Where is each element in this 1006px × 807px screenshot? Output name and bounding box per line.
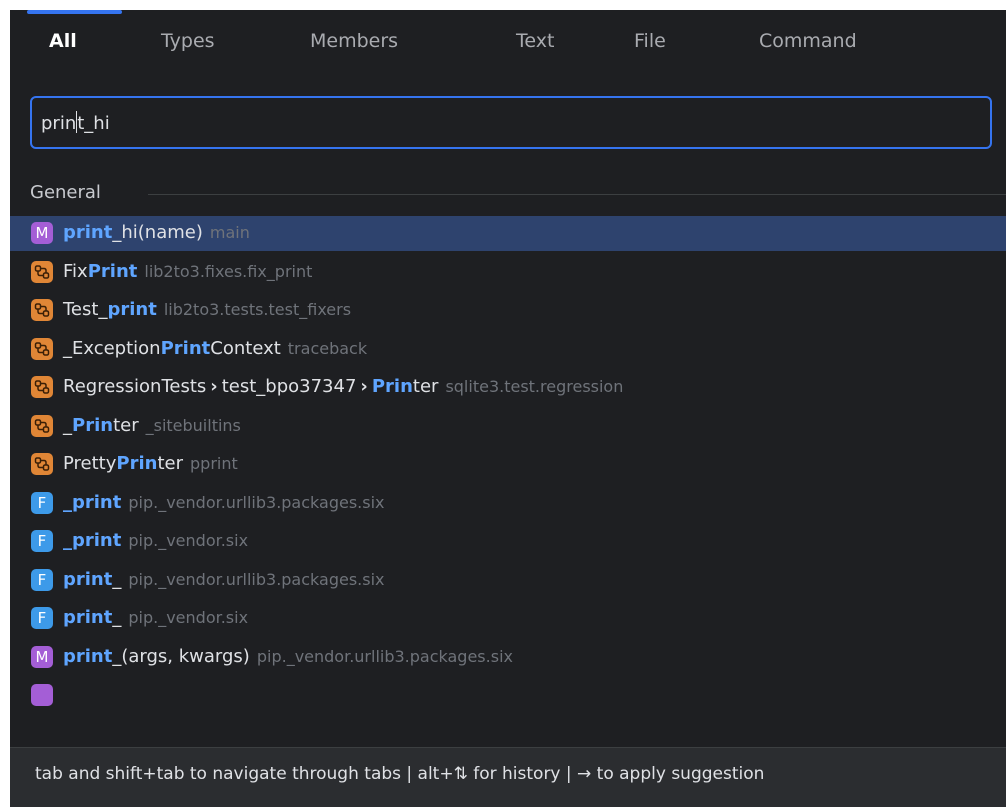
result-location: pip._vendor.six	[128, 608, 249, 627]
result-location: sqlite3.test.regression	[445, 377, 624, 396]
result-location: lib2to3.fixes.fix_print	[144, 261, 313, 281]
name-part: Context	[210, 337, 281, 359]
result-name: PrettyPrinter pprint	[63, 453, 238, 474]
search-query-after-caret: t_hi	[77, 113, 110, 134]
result-row[interactable]: Mprint_hi(name) main	[10, 216, 1006, 251]
result-location: lib2to3.tests.test_fixers	[163, 300, 352, 319]
result-name: RegressionTests › test_bpo37347 › Printer sql…	[63, 376, 623, 397]
name-part: Pretty	[63, 453, 117, 474]
section-label: General	[30, 182, 101, 203]
result-row[interactable]: Fprint_ pip._vendor.six	[10, 601, 1006, 636]
name-part: ter	[412, 376, 439, 397]
result-name: print_ pip._vendor.urllib3.packages.six	[63, 569, 385, 590]
name-part: Test_	[63, 299, 108, 320]
match-highlight: Prin	[72, 414, 114, 436]
result-row[interactable]: Test_print lib2to3.tests.test_fixers	[10, 293, 1006, 328]
match-highlight: Print	[160, 337, 211, 359]
method-icon: M	[31, 222, 53, 244]
name-part: _hi(name)	[112, 222, 203, 243]
match-highlight: print	[107, 299, 157, 320]
result-row[interactable]: Mprint_(args, kwargs) pip._vendor.urllib3…	[10, 640, 1006, 675]
class-icon	[31, 414, 53, 437]
result-name: Test_print lib2to3.tests.test_fixers	[63, 299, 351, 320]
footer-hint-bar: tab and shift+tab to navigate through ta…	[10, 747, 1006, 807]
match-highlight: print	[63, 607, 113, 628]
name-part: _Exception	[63, 337, 161, 359]
result-location: main	[209, 223, 250, 242]
section-header: General	[30, 182, 1006, 206]
name-part: test_bpo37347	[221, 376, 357, 397]
class-icon	[31, 453, 53, 475]
match-highlight: Prin	[371, 376, 413, 397]
name-part: Fix	[63, 260, 88, 282]
search-query-before-caret: prin	[41, 113, 77, 134]
result-row[interactable]: _ExceptionPrintContext traceback	[10, 332, 1006, 367]
tab-all[interactable]: All	[49, 30, 77, 52]
result-name: _Printer _sitebuiltins	[63, 415, 241, 436]
name-part: _	[112, 568, 122, 590]
match-highlight: Print	[87, 260, 138, 282]
active-tab-indicator	[27, 10, 122, 14]
match-highlight: print	[63, 645, 113, 667]
match-highlight: Prin	[116, 453, 158, 474]
result-name: _print pip._vendor.six	[63, 530, 248, 551]
tab-text[interactable]: Text	[516, 30, 554, 52]
result-row[interactable]: PrettyPrinter pprint	[10, 447, 1006, 482]
search-everywhere-popup: All Types Members Text File Command prin…	[10, 10, 1006, 807]
method-icon	[31, 684, 53, 706]
path-separator: ›	[360, 376, 368, 397]
result-location: pip._vendor.six	[128, 531, 249, 550]
method-icon: M	[31, 645, 53, 668]
result-location: _sitebuiltins	[145, 415, 241, 435]
result-row[interactable]: Fprint_ pip._vendor.urllib3.packages.six	[10, 563, 1006, 598]
result-row[interactable]: RegressionTests › test_bpo37347 › Printer sql…	[10, 370, 1006, 405]
name-part: ter	[157, 453, 183, 474]
result-location: pip._vendor.urllib3.packages.six	[128, 492, 385, 512]
result-row[interactable]: FixPrint lib2to3.fixes.fix_print	[10, 255, 1006, 290]
result-location: traceback	[287, 338, 368, 358]
path-separator: ›	[210, 376, 218, 397]
tab-command[interactable]: Command	[759, 30, 857, 52]
match-highlight: print	[63, 222, 113, 243]
tab-file[interactable]: File	[634, 30, 666, 52]
result-row[interactable]: _Printer _sitebuiltins	[10, 409, 1006, 444]
search-query: print_hi	[41, 111, 110, 134]
class-icon	[31, 376, 53, 398]
name-part: _(args, kwargs)	[112, 645, 250, 667]
result-name: FixPrint lib2to3.fixes.fix_print	[63, 261, 312, 282]
result-name: _print pip._vendor.urllib3.packages.six	[63, 492, 385, 513]
result-location: pip._vendor.urllib3.packages.six	[128, 569, 385, 589]
section-divider	[148, 194, 1006, 195]
match-highlight: _print	[63, 530, 122, 551]
result-row[interactable]: F _print pip._vendor.urllib3.packages.six	[10, 486, 1006, 521]
class-icon	[31, 337, 53, 360]
tab-types[interactable]: Types	[161, 30, 215, 52]
tab-members[interactable]: Members	[310, 30, 398, 52]
class-icon	[31, 299, 53, 321]
result-location: pip._vendor.urllib3.packages.six	[256, 646, 513, 666]
result-name: print_ pip._vendor.six	[63, 607, 248, 628]
search-input[interactable]: print_hi	[30, 96, 992, 149]
result-name: _ExceptionPrintContext traceback	[63, 338, 367, 359]
result-row[interactable]: F _print pip._vendor.six	[10, 524, 1006, 559]
function-icon: F	[31, 568, 53, 591]
match-highlight: _print	[63, 491, 122, 513]
match-highlight: print	[63, 568, 113, 590]
name-part: _	[63, 414, 72, 436]
class-icon	[31, 260, 53, 283]
name-part: _	[112, 607, 122, 628]
name-part: RegressionTests	[63, 376, 207, 397]
footer-hint: tab and shift+tab to navigate through ta…	[35, 764, 765, 784]
name-part: ter	[113, 414, 139, 436]
function-icon: F	[31, 530, 53, 552]
tab-bar: All Types Members Text File Command	[10, 10, 1006, 86]
result-name: print_hi(name) main	[63, 222, 250, 243]
result-name: print_(args, kwargs) pip._vendor.urllib3.…	[63, 646, 513, 667]
function-icon: F	[31, 607, 53, 629]
function-icon: F	[31, 491, 53, 514]
result-row-partial[interactable]	[10, 678, 1006, 713]
result-location: pprint	[190, 454, 238, 473]
